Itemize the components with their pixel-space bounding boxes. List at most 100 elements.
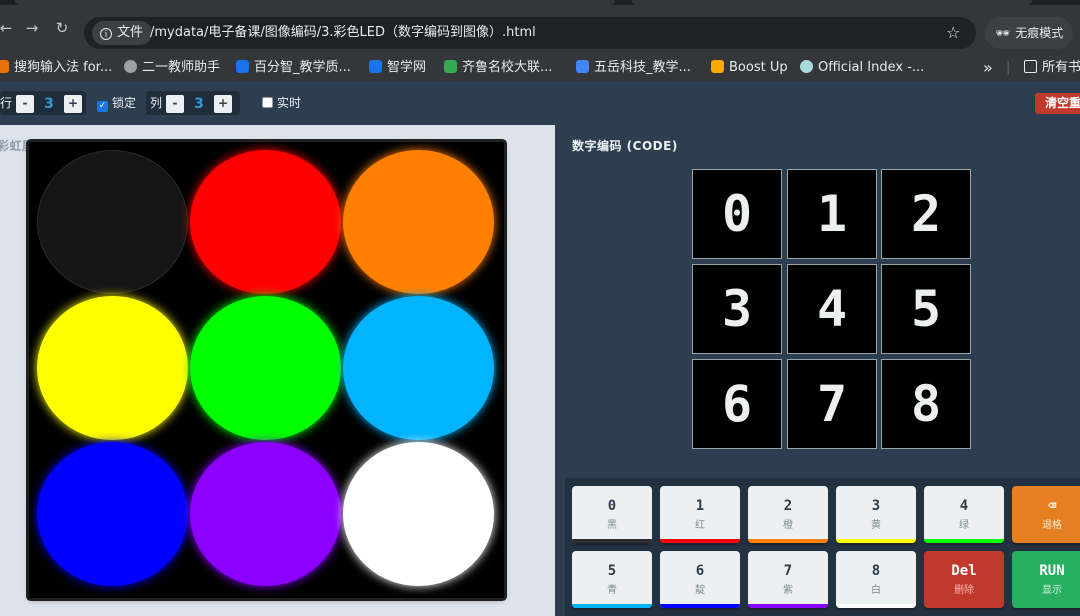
key-digit-8[interactable]: 8白	[836, 551, 916, 608]
bookmark-item[interactable]: Boost Up	[711, 54, 788, 82]
forward-arrow-icon[interactable]: →	[20, 19, 44, 37]
led-pixel[interactable]	[343, 150, 494, 294]
key-color-name: 橙	[783, 520, 793, 531]
key-color-bar	[572, 604, 652, 608]
key-digit-label: 3	[871, 498, 881, 514]
run-button[interactable]: RUN 显示	[1012, 551, 1080, 608]
key-digit-2[interactable]: 2橙	[748, 486, 828, 543]
bookmark-label: 二一教师助手	[142, 60, 221, 75]
backspace-button[interactable]: ⌫ 退格	[1012, 486, 1080, 543]
key-color-name: 紫	[783, 585, 793, 596]
key-color-name: 绿	[959, 520, 969, 531]
site-info-chip[interactable]: i 文件	[92, 21, 153, 45]
app-toolbar: 行-3+ ✓锁定 列-3+ 实时 清空重置	[0, 81, 1080, 125]
cols-minus-button[interactable]: -	[166, 94, 185, 113]
code-cell[interactable]: 8	[881, 359, 971, 449]
key-digit-5[interactable]: 5青	[572, 551, 652, 608]
led-pixel[interactable]	[190, 442, 341, 586]
code-cell[interactable]: 6	[692, 359, 782, 449]
bookmark-favicon-icon	[444, 60, 457, 73]
led-pixel[interactable]	[190, 150, 341, 294]
key-digit-6[interactable]: 6靛	[660, 551, 740, 608]
bookmark-item[interactable]: 齐鲁名校大联...	[444, 54, 552, 82]
code-cell[interactable]: 5	[881, 264, 971, 354]
rows-value[interactable]: 3	[39, 92, 59, 116]
key-color-name: 红	[695, 520, 705, 531]
key-digit-0[interactable]: 0黑	[572, 486, 652, 543]
bookmark-label: 齐鲁名校大联...	[462, 60, 553, 75]
bookmark-item[interactable]: Official Index -...	[800, 54, 924, 82]
bookmarks-separator: |	[1006, 60, 1011, 75]
bookmark-item[interactable]: 搜狗输入法 for...	[0, 54, 112, 82]
clear-reset-button[interactable]: 清空重置	[1035, 93, 1080, 114]
led-pixel[interactable]	[343, 296, 494, 440]
lock-checkbox[interactable]: ✓	[97, 101, 108, 112]
key-color-bar	[836, 604, 916, 608]
bookmark-item[interactable]: 五岳科技_教学...	[576, 54, 691, 82]
backspace-icon: ⌫	[1047, 498, 1057, 514]
key-color-name: 白	[871, 585, 881, 596]
cols-value[interactable]: 3	[189, 92, 209, 116]
bookmark-label: Boost Up	[729, 60, 788, 75]
bookmark-label: 搜狗输入法 for...	[14, 60, 113, 75]
bookmark-item[interactable]: 百分智_教学质...	[236, 54, 351, 82]
bookmark-label: 智学网	[387, 60, 427, 75]
back-arrow-icon[interactable]: ←	[0, 19, 18, 37]
bookmark-favicon-icon	[576, 60, 589, 73]
cols-plus-button[interactable]: +	[214, 94, 233, 113]
key-digit-3[interactable]: 3黄	[836, 486, 916, 543]
code-cell[interactable]: 4	[787, 264, 877, 354]
all-bookmarks-button[interactable]: 所有书	[1024, 54, 1080, 82]
url-text[interactable]: /mydata/电子备课/图像编码/3.彩色LED（数字编码到图像）.html	[150, 17, 536, 49]
code-cell[interactable]: 1	[787, 169, 877, 259]
led-pixel[interactable]	[37, 150, 188, 294]
browser-toolbar: ← → ↻ i 文件 /mydata/电子备课/图像编码/3.彩色LED（数字编码…	[0, 5, 1080, 81]
realtime-toggle[interactable]: 实时	[262, 91, 306, 115]
bookmark-item[interactable]: 二一教师助手	[124, 54, 220, 82]
key-digit-1[interactable]: 1红	[660, 486, 740, 543]
realtime-checkbox[interactable]	[262, 97, 273, 108]
bookmark-item[interactable]: 智学网	[369, 54, 426, 82]
led-pixel[interactable]	[37, 442, 188, 586]
key-digit-label: 4	[959, 498, 969, 514]
led-pixel[interactable]	[37, 296, 188, 440]
site-info-label: 文件	[117, 25, 144, 40]
bookmark-favicon-icon	[124, 60, 137, 73]
key-color-bar	[748, 604, 828, 608]
delete-title: Del	[951, 563, 977, 579]
code-cell[interactable]: 2	[881, 169, 971, 259]
code-cell[interactable]: 0	[692, 169, 782, 259]
lock-label: 锁定	[112, 96, 137, 110]
run-label: 显示	[1042, 585, 1062, 596]
led-pixel[interactable]	[343, 442, 494, 586]
bookmarks-bar: 搜狗输入法 for... 二一教师助手 百分智_教学质... 智学网 齐鲁名校大联...…	[0, 54, 1080, 82]
key-digit-label: 8	[871, 563, 881, 579]
address-bar[interactable]: i 文件 /mydata/电子备课/图像编码/3.彩色LED（数字编码到图像）.h…	[84, 17, 976, 49]
incognito-icon: 🕶	[995, 26, 1011, 40]
code-cell[interactable]: 7	[787, 359, 877, 449]
key-color-name: 黑	[607, 520, 617, 531]
reload-icon[interactable]: ↻	[50, 19, 74, 37]
led-pixel[interactable]	[190, 296, 341, 440]
lock-toggle[interactable]: ✓ 锁定	[97, 91, 141, 115]
realtime-label: 实时	[277, 96, 302, 110]
key-color-bar	[748, 539, 828, 543]
rows-plus-button[interactable]: +	[64, 94, 83, 113]
bookmark-favicon-icon	[800, 60, 813, 73]
code-cell[interactable]: 3	[692, 264, 782, 354]
rows-minus-button[interactable]: -	[16, 94, 35, 113]
incognito-badge[interactable]: 🕶 无痕模式	[985, 17, 1073, 49]
delete-button[interactable]: Del 删除	[924, 551, 1004, 608]
bookmark-favicon-icon	[236, 60, 249, 73]
bookmark-star-icon[interactable]: ☆	[946, 17, 960, 49]
key-digit-label: 1	[695, 498, 705, 514]
all-bookmarks-label: 所有书	[1042, 60, 1080, 75]
key-digit-7[interactable]: 7紫	[748, 551, 828, 608]
rows-label: 行	[0, 96, 13, 110]
key-digit-4[interactable]: 4绿	[924, 486, 1004, 543]
rows-control: 行 -3 +	[0, 91, 86, 115]
key-digit-label: 6	[695, 563, 705, 579]
delete-label: 删除	[954, 585, 974, 596]
bookmarks-overflow-button[interactable]: »	[983, 54, 993, 82]
cols-control: 列 -3 +	[146, 91, 240, 115]
